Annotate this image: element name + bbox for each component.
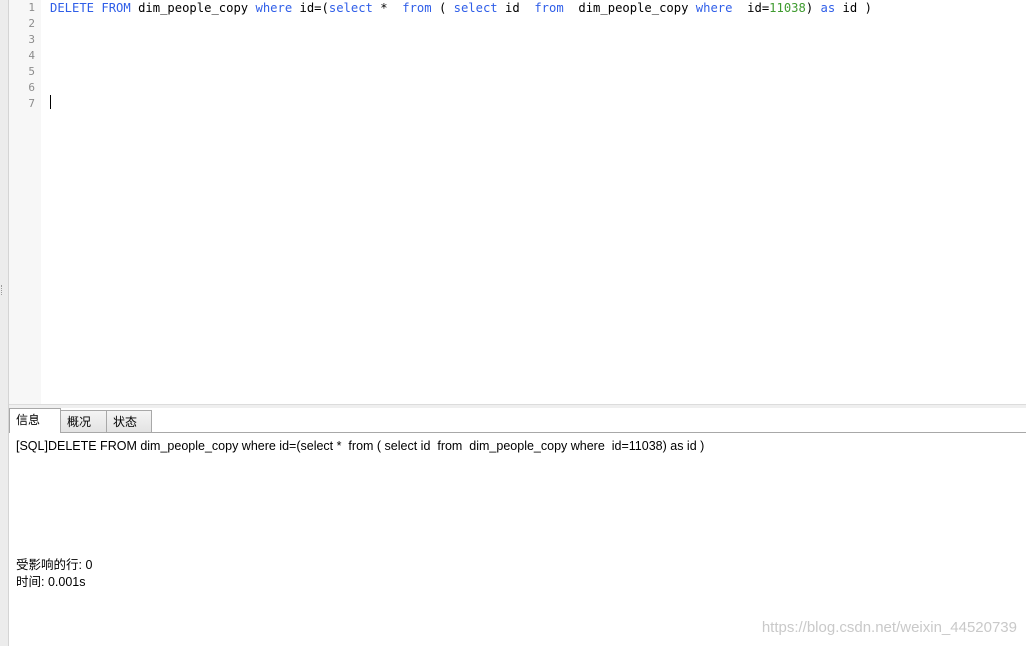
text-cursor: [50, 95, 51, 109]
sql-keyword: where: [255, 1, 293, 15]
tab-overview-label: 概况: [67, 415, 92, 429]
sql-keyword: select: [453, 1, 498, 15]
line-number: 4: [28, 49, 35, 62]
tab-info-label: 信息: [16, 413, 41, 427]
code-line-1[interactable]: DELETE FROM dim_people_copy where id=(se…: [50, 0, 872, 16]
tab-status[interactable]: 状态: [106, 410, 152, 432]
line-number: 5: [28, 65, 35, 78]
sql-text: (: [431, 1, 454, 15]
sql-keyword: as: [820, 1, 836, 15]
affected-rows-message: 受影响的行: 0: [16, 558, 93, 572]
sql-keyword: from: [402, 1, 432, 15]
line-number: 6: [28, 81, 35, 94]
query-editor-window: 1 2 3 4 5 6 7 DELETE FROM dim_people_cop…: [0, 0, 1026, 646]
result-tab-bar: 信息 概况 状态: [9, 408, 1026, 433]
sql-keyword: FROM: [101, 1, 131, 15]
sql-keyword: from: [534, 1, 564, 15]
left-window-frame[interactable]: [0, 0, 9, 646]
line-number: 2: [28, 17, 35, 30]
sql-text: ): [805, 1, 821, 15]
sql-editor[interactable]: 1 2 3 4 5 6 7 DELETE FROM dim_people_cop…: [9, 0, 1026, 404]
line-number-gutter: 1 2 3 4 5 6 7: [9, 0, 41, 404]
sql-text: id=(: [292, 1, 329, 15]
sql-text: id=: [732, 1, 770, 15]
sql-message: [SQL]DELETE FROM dim_people_copy where i…: [16, 439, 705, 453]
resize-grip-icon[interactable]: [1, 285, 5, 295]
sql-keyword: DELETE: [50, 1, 95, 15]
sql-number: 11038: [769, 1, 806, 15]
sql-text: id ): [835, 1, 872, 15]
sql-text: dim_people_copy: [130, 1, 256, 15]
tab-info[interactable]: 信息: [9, 408, 61, 433]
line-number: 3: [28, 33, 35, 46]
watermark-text: https://blog.csdn.net/weixin_44520739: [761, 619, 1017, 636]
sql-text: dim_people_copy: [563, 1, 696, 15]
sql-keyword: where: [695, 1, 733, 15]
sql-text: *: [372, 1, 403, 15]
sql-keyword: select: [328, 1, 373, 15]
sql-text: id: [497, 1, 535, 15]
line-number: 1: [28, 1, 35, 14]
tab-overview[interactable]: 概况: [60, 410, 107, 432]
message-panel[interactable]: [SQL]DELETE FROM dim_people_copy where i…: [9, 433, 1026, 646]
elapsed-time-message: 时间: 0.001s: [16, 575, 86, 589]
tab-status-label: 状态: [113, 415, 138, 429]
line-number: 7: [28, 97, 35, 110]
